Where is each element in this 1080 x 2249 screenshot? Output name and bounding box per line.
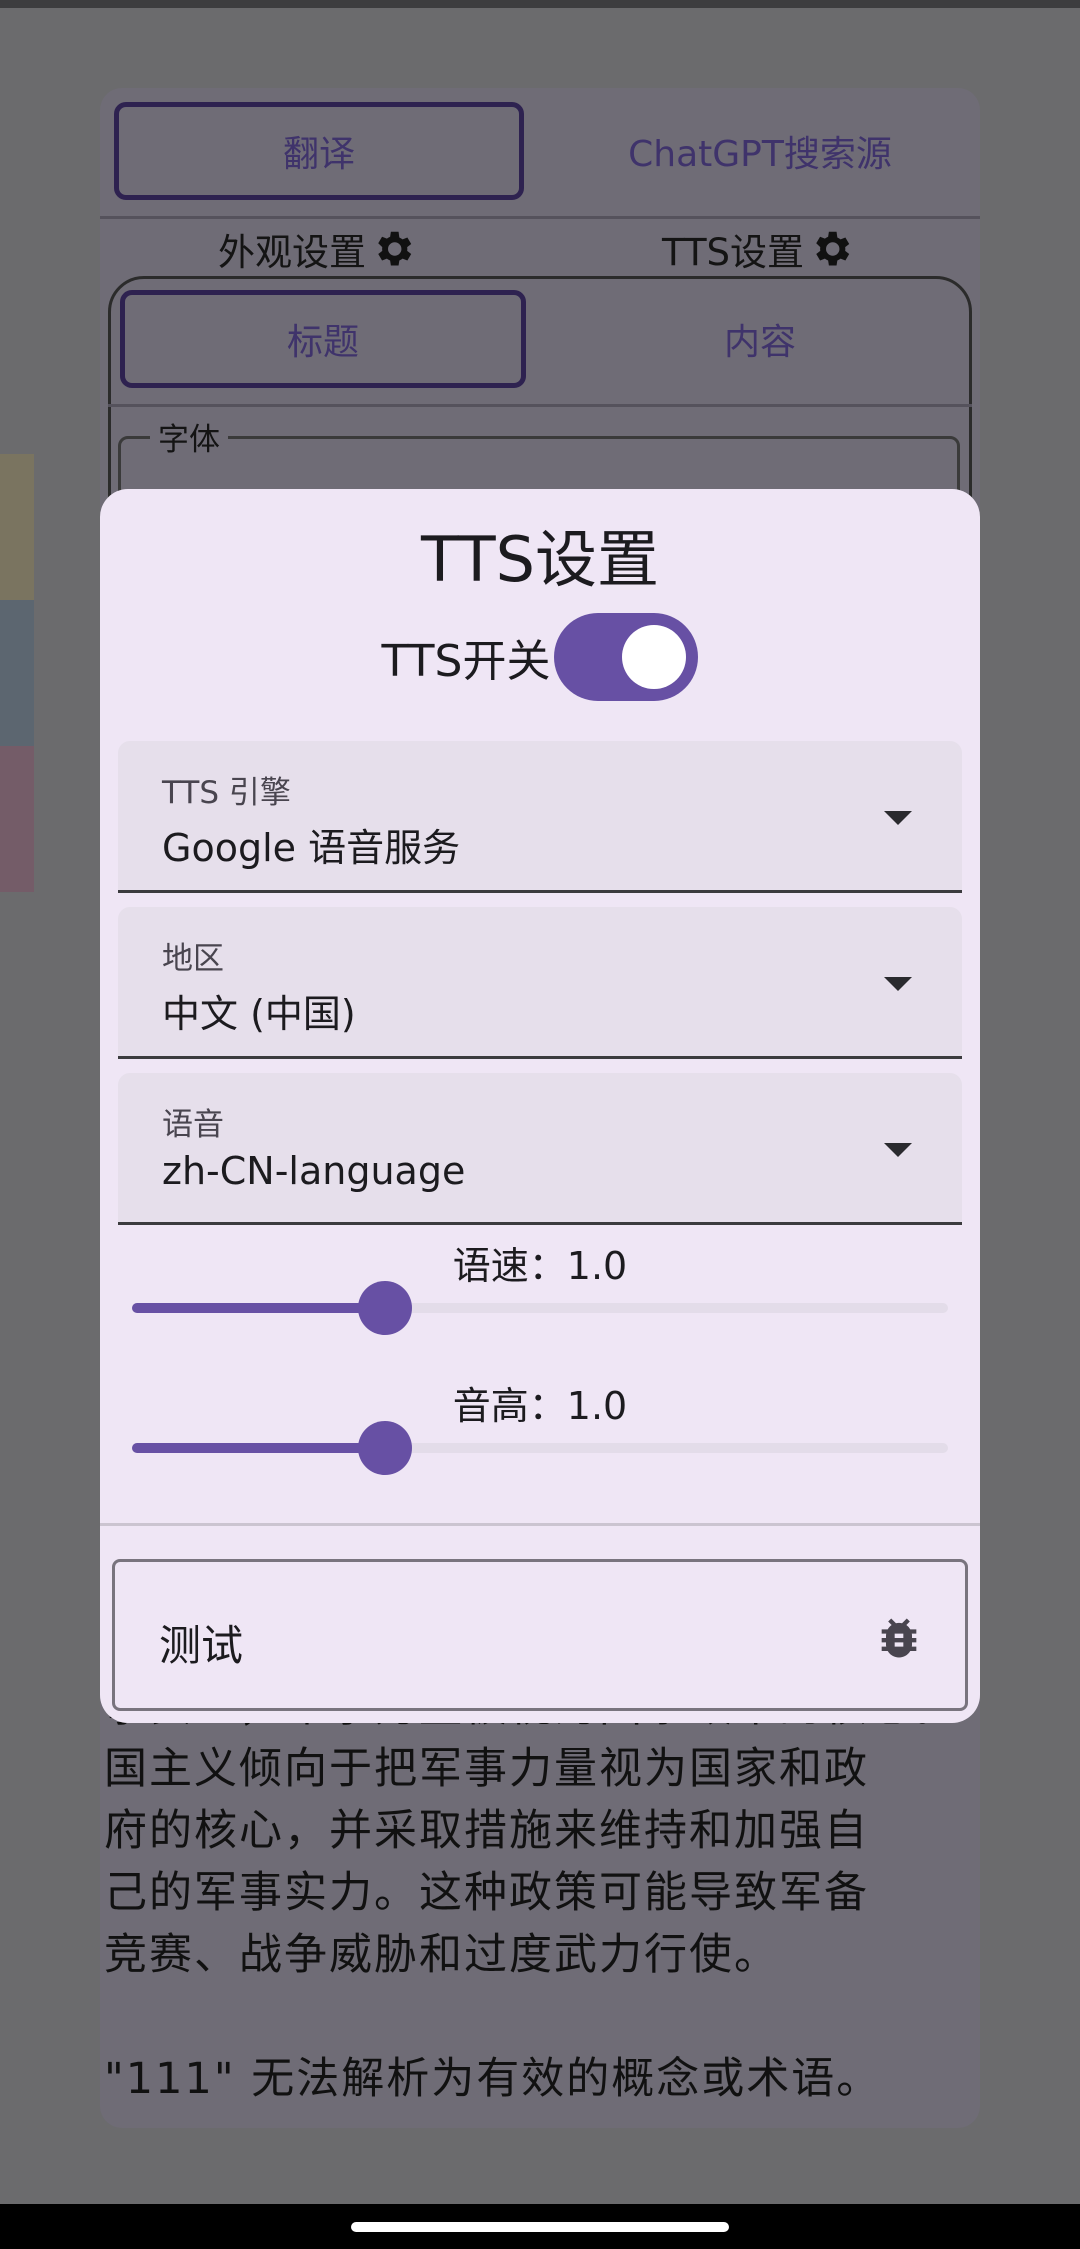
dropdown-arrow-icon [884,1143,912,1157]
appearance-settings-link[interactable]: 外观设置 [218,222,416,276]
dropdown-arrow-icon [884,977,912,991]
tab-title[interactable]: 标题 [120,290,526,388]
tts-engine-value: Google 语音服务 [162,826,461,870]
tts-engine-label: TTS 引擎 [162,775,291,811]
divider [100,216,980,219]
text-line: 竞赛、战争威胁和过度武力行使。 [104,1930,779,1980]
region-dropdown[interactable]: 地区 中文 (中国) [118,907,962,1059]
pitch-slider[interactable] [132,1421,948,1475]
region-value: 中文 (中国) [162,992,356,1036]
tts-settings-link[interactable]: TTS设置 [662,222,854,276]
tts-switch-row: TTS开关 [100,613,980,701]
text-line: 己的军事实力。这种政策可能导致军备 [104,1868,869,1918]
test-button-label: 测试 [159,1621,244,1670]
home-indicator[interactable] [351,2222,729,2232]
gear-icon [816,231,850,266]
tab-chatgpt-source[interactable]: ChatGPT搜索源 [560,102,960,200]
slider-fill [132,1303,385,1313]
tts-engine-dropdown[interactable]: TTS 引擎 Google 语音服务 [118,741,962,893]
toggle-knob [622,625,687,689]
translation-text: 国主义倾向于把军事力量视为国家和政 府的核心，并采取措施来维持和加强自 己的军事… [104,1738,974,2110]
speed-slider[interactable] [132,1281,948,1335]
status-bar [0,0,1080,8]
appearance-settings-label: 外观设置 [218,231,366,274]
voice-label: 语音 [162,1107,224,1143]
tts-switch-label: TTS开关 [381,636,551,687]
dropdown-arrow-icon [884,811,912,825]
tab-content[interactable]: 内容 [560,290,960,388]
slider-thumb[interactable] [357,1421,412,1475]
dialog-title: TTS设置 [420,523,659,596]
text-line: "111" 无法解析为有效的概念或术语。 [104,2054,882,2104]
color-swatch-yellow[interactable] [0,454,34,600]
text-line: 府的核心，并采取措施来维持和加强自 [104,1806,869,1856]
speed-label: 语速：1.0 [452,1244,628,1288]
color-swatch-pink[interactable] [0,746,34,892]
divider [108,404,972,407]
tts-settings-dialog: TTS设置 TTS开关 TTS 引擎 Google 语音服务 地区 中文 (中国… [100,489,980,1723]
voice-dropdown[interactable]: 语音 zh-CN-language [118,1073,962,1225]
tts-settings-label: TTS设置 [662,231,805,274]
color-swatch-blue[interactable] [0,600,34,746]
tts-toggle[interactable] [554,613,699,701]
tab-translate[interactable]: 翻译 [114,102,524,200]
test-button[interactable]: 测试 [112,1559,968,1711]
region-label: 地区 [162,941,224,977]
text-line: 国主义倾向于把军事力量视为国家和政 [104,1744,869,1794]
voice-value: zh-CN-language [162,1149,466,1193]
bug-icon [881,1618,917,1658]
divider [100,1523,980,1526]
pitch-label: 音高：1.0 [452,1384,628,1428]
gear-icon [378,231,412,266]
slider-thumb[interactable] [357,1281,412,1335]
slider-fill [132,1443,385,1453]
font-label: 字体 [150,414,228,459]
